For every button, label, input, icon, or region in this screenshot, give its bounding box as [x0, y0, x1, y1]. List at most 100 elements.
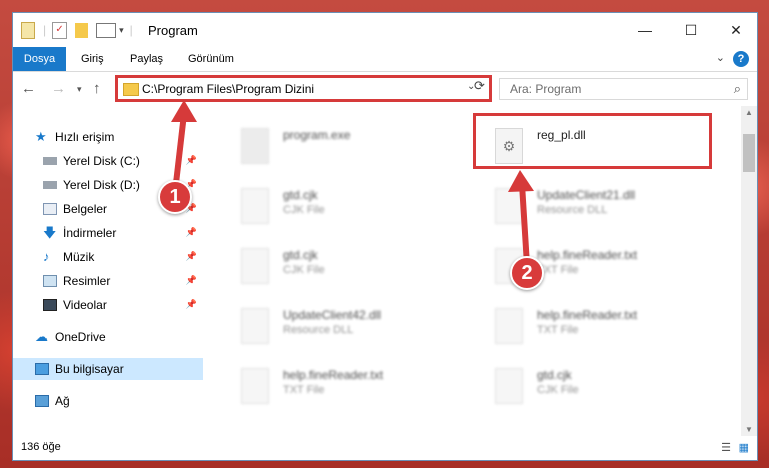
tab-view[interactable]: Görünüm	[188, 47, 234, 71]
step-badge-2: 2	[510, 256, 544, 290]
close-button[interactable]: ✕	[713, 13, 757, 47]
folder-icon	[21, 21, 35, 39]
sidebar-item-label: Hızlı erişim	[55, 130, 115, 144]
file-name: gtd.cjk	[283, 188, 318, 202]
pin-icon[interactable]: 📌	[186, 299, 197, 310]
drive-icon	[43, 157, 57, 165]
file-icon	[241, 368, 269, 404]
sidebar-item-downloads[interactable]: 🡇 İndirmeler 📌	[13, 222, 203, 244]
pictures-icon	[43, 275, 57, 287]
sidebar-item-videos[interactable]: Videolar 📌	[13, 294, 203, 316]
customize-icon[interactable]	[96, 22, 117, 38]
scroll-up-icon[interactable]: ▲	[745, 108, 753, 117]
sidebar-item-network[interactable]: Ağ	[13, 390, 203, 412]
file-icon	[495, 308, 523, 344]
pin-icon[interactable]: 📌	[186, 155, 197, 166]
sidebar-item-label: Videolar	[63, 298, 107, 312]
documents-icon	[43, 203, 57, 215]
navigation-pane: ★ Hızlı erişim Yerel Disk (C:) 📌 Yerel D…	[13, 106, 203, 436]
sidebar-item-label: Bu bilgisayar	[55, 362, 124, 376]
file-type: TXT File	[283, 384, 325, 396]
chevron-down-icon[interactable]: ▾	[119, 25, 124, 36]
ribbon-tabs: Dosya Giriş Paylaş Görünüm ⌄ ?	[13, 47, 757, 72]
sidebar-item-label: Belgeler	[63, 202, 108, 216]
sidebar-item-label: OneDrive	[55, 330, 106, 344]
chevron-down-icon[interactable]: ⌄	[716, 51, 725, 64]
status-bar: 136 öğe ☰ ▦	[13, 436, 757, 460]
navigation-bar: ← → ▾ ↑ C:\Program Files\Program Dizini …	[13, 72, 757, 106]
separator: |	[129, 23, 133, 37]
pin-icon[interactable]: 📌	[186, 227, 197, 238]
tab-share[interactable]: Paylaş	[130, 47, 163, 71]
item-count: 136 öğe	[21, 441, 61, 453]
sidebar-item-music[interactable]: ♪ Müzik 📌	[13, 246, 203, 268]
star-icon: ★	[35, 129, 47, 144]
file-type: TXT File	[537, 324, 579, 336]
pin-icon[interactable]: 📌	[186, 275, 197, 286]
sidebar-item-label: Yerel Disk (C:)	[63, 154, 140, 168]
title-bar: | ✓ ▾ | Program — ☐ ✕	[13, 13, 757, 47]
file-item[interactable]: gtd.cjk CJK File	[495, 364, 735, 414]
file-icon	[241, 188, 269, 224]
computer-icon	[35, 363, 49, 375]
file-type: Resource DLL	[537, 204, 608, 216]
maximize-button[interactable]: ☐	[668, 13, 714, 47]
back-arrow-icon[interactable]: ←	[21, 80, 36, 97]
sidebar-item-onedrive[interactable]: ☁ OneDrive	[13, 326, 203, 348]
file-type: CJK File	[283, 204, 325, 216]
file-item[interactable]: program.exe	[241, 124, 481, 174]
drive-icon	[43, 181, 57, 189]
quick-access-toolbar: | ✓ ▾ |	[21, 21, 133, 39]
pin-icon[interactable]: 📌	[186, 251, 197, 262]
sidebar-item-label: İndirmeler	[63, 226, 117, 240]
refresh-icon: ⟳	[474, 78, 485, 93]
video-icon	[43, 299, 57, 311]
sidebar-item-pictures[interactable]: Resimler 📌	[13, 270, 203, 292]
search-placeholder: Ara: Program	[510, 82, 582, 96]
sidebar-item-this-pc[interactable]: Bu bilgisayar	[13, 358, 203, 380]
search-icon: ⌕	[733, 81, 741, 96]
scroll-down-icon[interactable]: ▼	[745, 425, 753, 434]
details-view-icon[interactable]: ☰	[721, 441, 731, 454]
forward-arrow-icon[interactable]: →	[51, 80, 66, 97]
file-item[interactable]: gtd.cjk CJK File	[241, 244, 481, 294]
file-type: CJK File	[283, 264, 325, 276]
recent-locations-icon[interactable]: ▾	[77, 84, 82, 95]
file-name: program.exe	[283, 128, 351, 142]
file-item[interactable]: help.fineReader.txt TXT File	[241, 364, 481, 414]
help-button[interactable]: ?	[733, 51, 749, 67]
scrollbar-thumb[interactable]	[743, 134, 755, 172]
tab-home[interactable]: Giriş	[81, 47, 104, 71]
file-icon	[495, 368, 523, 404]
file-name: gtd.cjk	[537, 368, 572, 382]
file-item[interactable]: gtd.cjk CJK File	[241, 184, 481, 234]
new-folder-icon[interactable]	[75, 22, 89, 38]
window-title: Program	[148, 23, 198, 38]
minimize-button[interactable]: —	[622, 13, 668, 47]
large-icons-view-icon[interactable]: ▦	[739, 441, 749, 454]
file-explorer-window: | ✓ ▾ | Program — ☐ ✕ Dosya Giriş Paylaş…	[12, 12, 758, 461]
properties-icon[interactable]: ✓	[52, 21, 68, 39]
search-input[interactable]: Ara: Program ⌕	[499, 78, 748, 100]
highlight-box-reg-pl-dll	[473, 113, 712, 169]
separator: |	[43, 23, 47, 37]
cloud-icon: ☁	[35, 329, 48, 344]
file-name: gtd.cjk	[283, 248, 318, 262]
file-item[interactable]: UpdateClient21.dll Resource DLL	[495, 184, 735, 234]
tab-file[interactable]: Dosya	[13, 47, 66, 71]
step-badge-1: 1	[158, 180, 192, 214]
refresh-button[interactable]: ⟳	[471, 75, 492, 102]
file-item[interactable]: UpdateClient42.dll Resource DLL	[241, 304, 481, 354]
file-name: help.fineReader.txt	[537, 248, 638, 262]
sidebar-item-label: Müzik	[63, 250, 95, 264]
vertical-scrollbar[interactable]: ▲ ▼	[741, 106, 757, 436]
sidebar-item-drive-c[interactable]: Yerel Disk (C:) 📌	[13, 150, 203, 172]
sidebar-item-quick-access[interactable]: ★ Hızlı erişim	[13, 126, 203, 148]
music-icon: ♪	[43, 249, 50, 264]
file-type: Resource DLL	[283, 324, 354, 336]
address-bar[interactable]: C:\Program Files\Program Dizini ⌄	[115, 75, 492, 102]
up-arrow-icon[interactable]: ↑	[93, 80, 101, 97]
file-item[interactable]: help.fineReader.txt TXT File	[495, 304, 735, 354]
address-path[interactable]: C:\Program Files\Program Dizini	[142, 82, 314, 96]
network-icon	[35, 395, 49, 407]
